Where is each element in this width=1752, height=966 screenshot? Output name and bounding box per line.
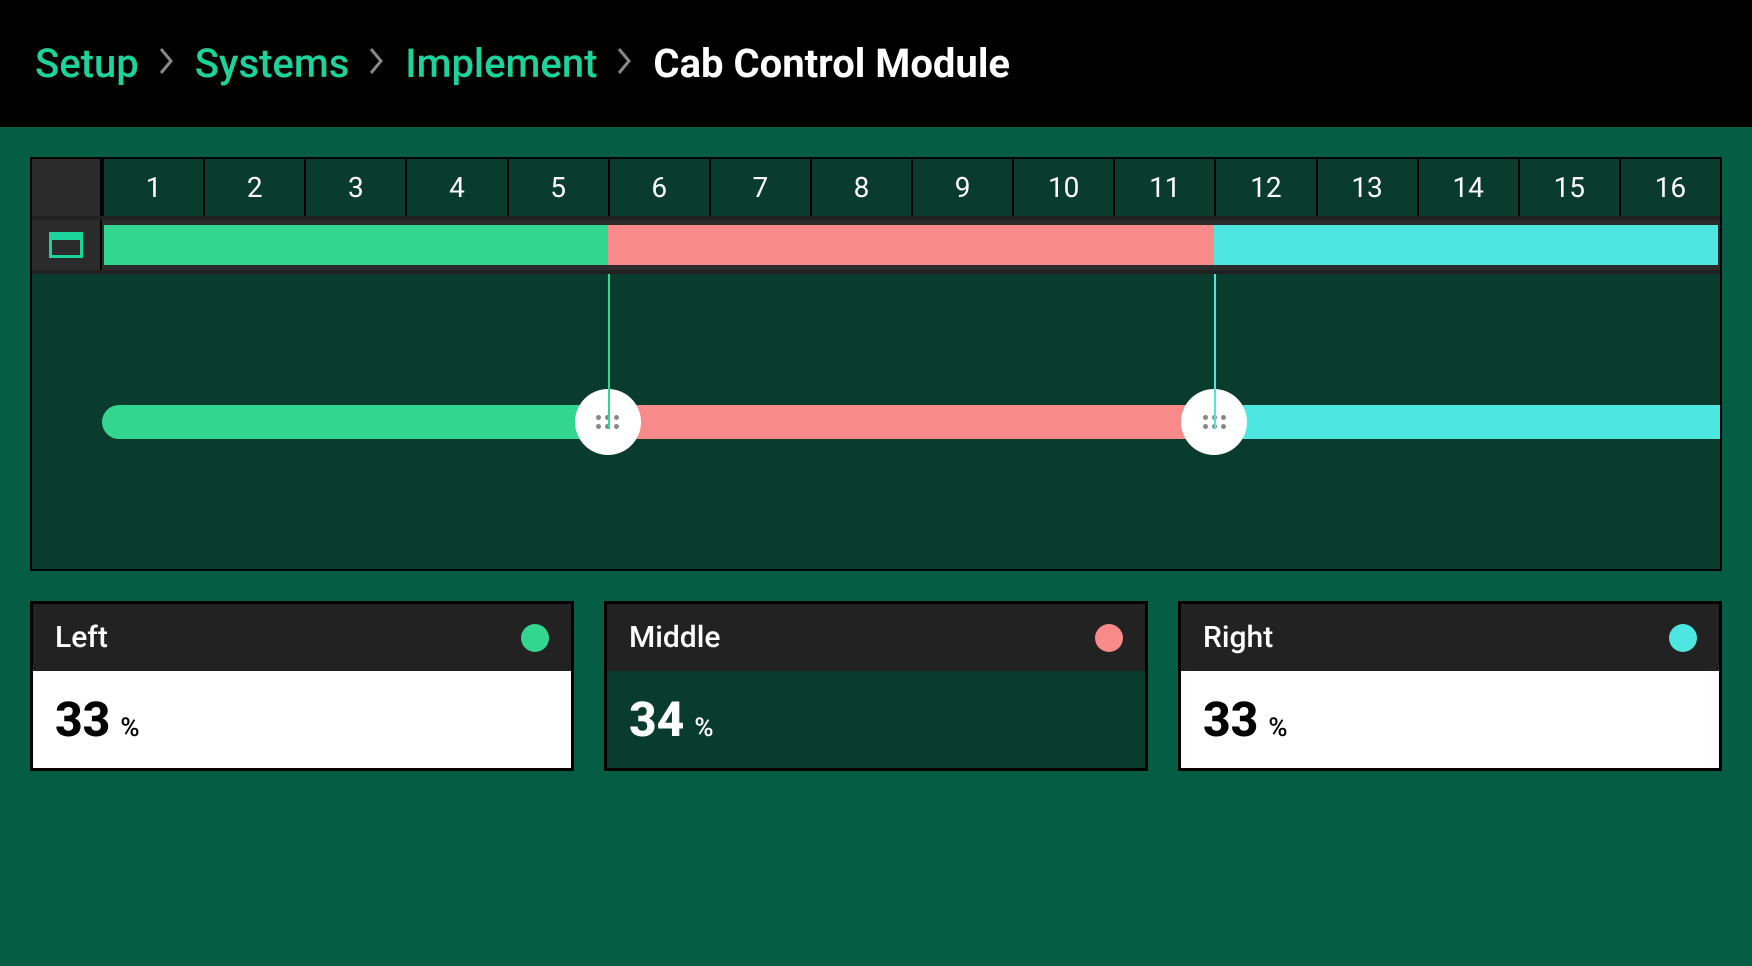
card-right-label: Right [1203,620,1273,655]
column-header: 13 [1316,159,1417,216]
slider-track [102,405,1720,439]
card-middle[interactable]: Middle 34 % [604,601,1148,771]
dot-left-icon [521,624,549,652]
segment-row [32,220,1720,274]
card-left-label: Left [55,620,108,655]
chevron-right-icon [617,45,633,83]
column-header-row: 12345678910111213141516 [32,159,1720,220]
dot-right-icon [1669,624,1697,652]
segment [104,225,608,265]
card-middle-label: Middle [629,620,720,655]
column-header: 16 [1619,159,1720,216]
slider-segment [102,405,608,439]
card-right-value: 33 [1203,691,1258,748]
card-middle-unit: % [694,713,713,743]
segment [1214,225,1718,265]
column-header: 12 [1214,159,1315,216]
segment [608,225,1213,265]
divider-line-right [1214,274,1216,429]
column-header: 6 [608,159,709,216]
column-header: 15 [1518,159,1619,216]
divider-line-left [608,274,610,429]
column-header: 14 [1417,159,1518,216]
column-header: 7 [709,159,810,216]
card-middle-value: 34 [629,691,684,748]
boom-icon-cell [32,220,102,270]
breadcrumb: Setup Systems Implement Cab Control Modu… [0,0,1752,127]
card-right-unit: % [1268,713,1287,743]
card-right[interactable]: Right 33 % [1178,601,1722,771]
column-header: 8 [810,159,911,216]
slider-segment [1214,405,1720,439]
breadcrumb-setup[interactable]: Setup [35,40,139,87]
slider-segment [608,405,1215,439]
column-header: 1 [102,159,203,216]
section-diagram: 12345678910111213141516 [30,157,1722,571]
card-left-unit: % [120,713,139,743]
column-header: 3 [304,159,405,216]
breadcrumb-implement[interactable]: Implement [405,40,597,87]
column-header: 11 [1113,159,1214,216]
column-header: 5 [507,159,608,216]
breadcrumb-systems[interactable]: Systems [195,40,350,87]
breadcrumb-current: Cab Control Module [653,40,1010,87]
slider-area [32,274,1720,569]
chevron-right-icon [369,45,385,83]
column-header: 2 [203,159,304,216]
column-header: 10 [1012,159,1113,216]
header-spacer [32,159,102,216]
value-cards: Left 33 % Middle 34 % Right [30,601,1722,771]
column-header: 9 [911,159,1012,216]
card-left[interactable]: Left 33 % [30,601,574,771]
segment-track [102,220,1720,270]
card-left-value: 33 [55,691,110,748]
chevron-right-icon [159,45,175,83]
boom-icon [49,232,83,258]
column-header: 4 [405,159,506,216]
dot-middle-icon [1095,624,1123,652]
